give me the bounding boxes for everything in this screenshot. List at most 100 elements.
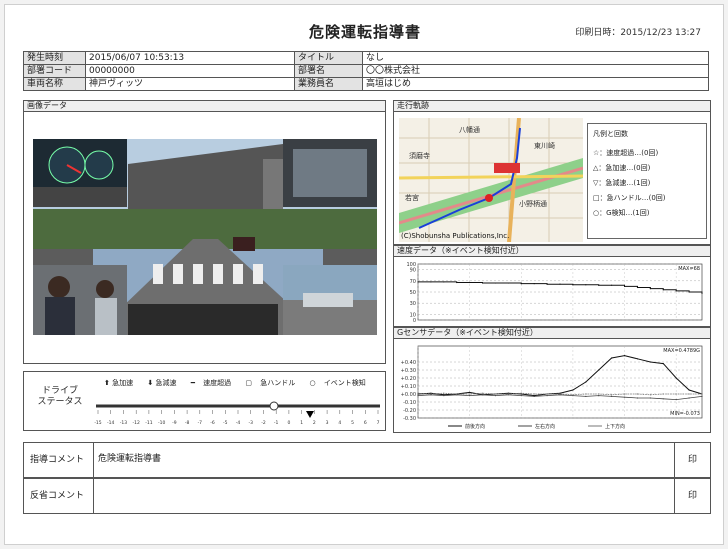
data-point [688, 291, 690, 293]
data-point [456, 281, 458, 284]
route-map-panel: 走行軌跡 須磨寺 若宮 小野柄通 八幡通 東川崎 (C)Shobunsha Pu… [393, 100, 711, 245]
map-image: 須磨寺 若宮 小野柄通 八幡通 東川崎 (C)Shobunsha Publica… [399, 118, 583, 242]
g-sensor-heading: Gセンサデータ（※イベント検知付近） [394, 328, 710, 339]
data-point [662, 398, 664, 400]
timeline-tick-label: -11 [145, 420, 152, 426]
drive-status-legend: ⬆ 急加速 ⬇ 急減速 ━ 速度超過 ▢ 急ハンドル ○ イベント検知 [104, 378, 383, 388]
data-point [481, 394, 484, 396]
place-label: 小野柄通 [519, 199, 547, 208]
data-point [572, 394, 574, 396]
legend-label: 左右方向 [535, 423, 555, 430]
decel-marker-icon [306, 411, 314, 418]
data-point [430, 393, 432, 395]
y-tick-label: 90 [410, 268, 416, 274]
plot-area [417, 345, 703, 419]
data-point [520, 392, 522, 394]
data-point [675, 377, 677, 379]
y-tick-label: -0.30 [403, 416, 416, 422]
data-point [611, 357, 613, 359]
vehicle-value: 神戸ヴィッツ [85, 77, 295, 91]
data-point [636, 286, 639, 289]
y-tick-label: 30 [410, 301, 416, 307]
y-tick-label: 70 [410, 279, 416, 285]
legend-item-decel: ▽：急減速…(1回) [593, 179, 651, 187]
data-point [636, 358, 639, 360]
timeline-tick-label: 0 [287, 420, 290, 426]
y-tick-label: +0.00 [401, 392, 416, 398]
route-map[interactable]: 須磨寺 若宮 小野柄通 八幡通 東川崎 (C)Shobunsha Publica… [399, 118, 583, 242]
y-tick-label: +0.20 [401, 376, 416, 382]
event-location-icon [485, 194, 493, 202]
title-value: なし [362, 51, 709, 65]
vehicle-label: 車両名称 [23, 77, 86, 91]
dashcam-video[interactable] [33, 139, 377, 335]
drive-status-label: ドライブ ステータス [32, 386, 88, 408]
legend-accel: ⬆ 急加速 [104, 379, 141, 387]
legend-item-speeding: ☆：速度超過…(0回) [593, 149, 659, 157]
g-min-label: MIN=-0.073 [670, 411, 700, 417]
y-tick-label: -0.10 [403, 400, 416, 406]
reflection-seal: 印 [674, 479, 710, 513]
data-point [649, 394, 651, 396]
data-point [611, 284, 613, 286]
data-point [417, 395, 419, 397]
square-icon: ▢ [245, 379, 252, 387]
timeline-tick-label: 6 [364, 420, 367, 426]
timeline-tick-label: -14 [107, 420, 114, 426]
timeline-tick-label: 5 [351, 420, 354, 426]
y-tick-label: 100 [406, 262, 416, 268]
dept-name-value: 〇〇株式会社 [362, 64, 709, 78]
data-point [598, 369, 600, 371]
legend-speeding: ━ 速度超過 [191, 379, 240, 387]
guidance-comment-row: 指導コメント 危険運転指導書 印 [23, 442, 711, 478]
occurred-value: 2015/06/07 10:53:13 [85, 51, 295, 65]
data-point [675, 290, 677, 292]
place-label: 須磨寺 [409, 151, 430, 160]
map-legend-title: 凡例と回数 [593, 130, 628, 138]
timeline-tick-label: -10 [158, 420, 165, 426]
speed-chart: 010 30 50 70 90100 MAX=68 [406, 262, 703, 324]
g-sensor-panel: Gセンサデータ（※イベント検知付近） -0.30 -0.20 -0.10 +0.00 +… [393, 327, 711, 433]
speed-max-label: MAX=68 [678, 266, 700, 272]
mirror-inset [283, 139, 377, 207]
data-point [481, 282, 484, 284]
timeline-tick-label: -12 [133, 420, 140, 426]
speed-data-panel: 速度データ（※イベント検知付近） 0 10 30 50 70 90 100 MAX=68 [393, 245, 711, 327]
place-label: 若宮 [405, 193, 419, 202]
timeline-tick-label: 3 [326, 420, 329, 426]
timeline-tick-label: -15 [94, 420, 101, 426]
legend-label: 前後方向 [465, 423, 485, 430]
dash-line-icon: ━ [190, 379, 195, 387]
data-point [649, 288, 651, 290]
data-point [623, 285, 626, 287]
data-point [701, 395, 703, 397]
worker-value: 高垣はじめ [362, 77, 709, 91]
title-label: タイトル [294, 51, 363, 65]
map-copyright: (C)Shobunsha Publications,Inc. [401, 232, 509, 240]
data-point [520, 283, 522, 285]
drive-timeline[interactable]: -15 -14 -13 -12 -11 -10 -9 -8 -7 -6 -5 -4 -3 -2 -1 0 1 2 3… [92, 394, 384, 430]
reflection-comment-label: 反省コメント [24, 479, 94, 513]
y-tick-label: -0.20 [403, 408, 416, 414]
data-point [559, 283, 561, 285]
data-point [572, 284, 574, 286]
worker-label: 業務員名 [294, 77, 363, 91]
legend-speeding-label: 速度超過 [203, 379, 232, 387]
data-point [662, 393, 664, 395]
data-point [443, 395, 445, 397]
guidance-comment-field[interactable]: 危険運転指導書 [98, 451, 161, 464]
legend-decel-label: 急減速 [155, 379, 177, 387]
data-point [481, 392, 484, 394]
data-point [443, 281, 445, 283]
data-point [585, 393, 587, 395]
data-point [456, 393, 458, 395]
data-point [443, 392, 445, 394]
data-point [636, 397, 639, 399]
data-point [688, 389, 690, 391]
timeline-tick-label: -4 [236, 420, 241, 426]
driver-cabin-inset [33, 265, 127, 335]
data-point [494, 393, 497, 395]
circle-icon: ○ [309, 379, 316, 387]
data-point [546, 393, 548, 395]
drive-status-panel: ドライブ ステータス ⬆ 急加速 ⬇ 急減速 ━ 速度超過 ▢ 急ハンドル ○ … [23, 371, 386, 431]
